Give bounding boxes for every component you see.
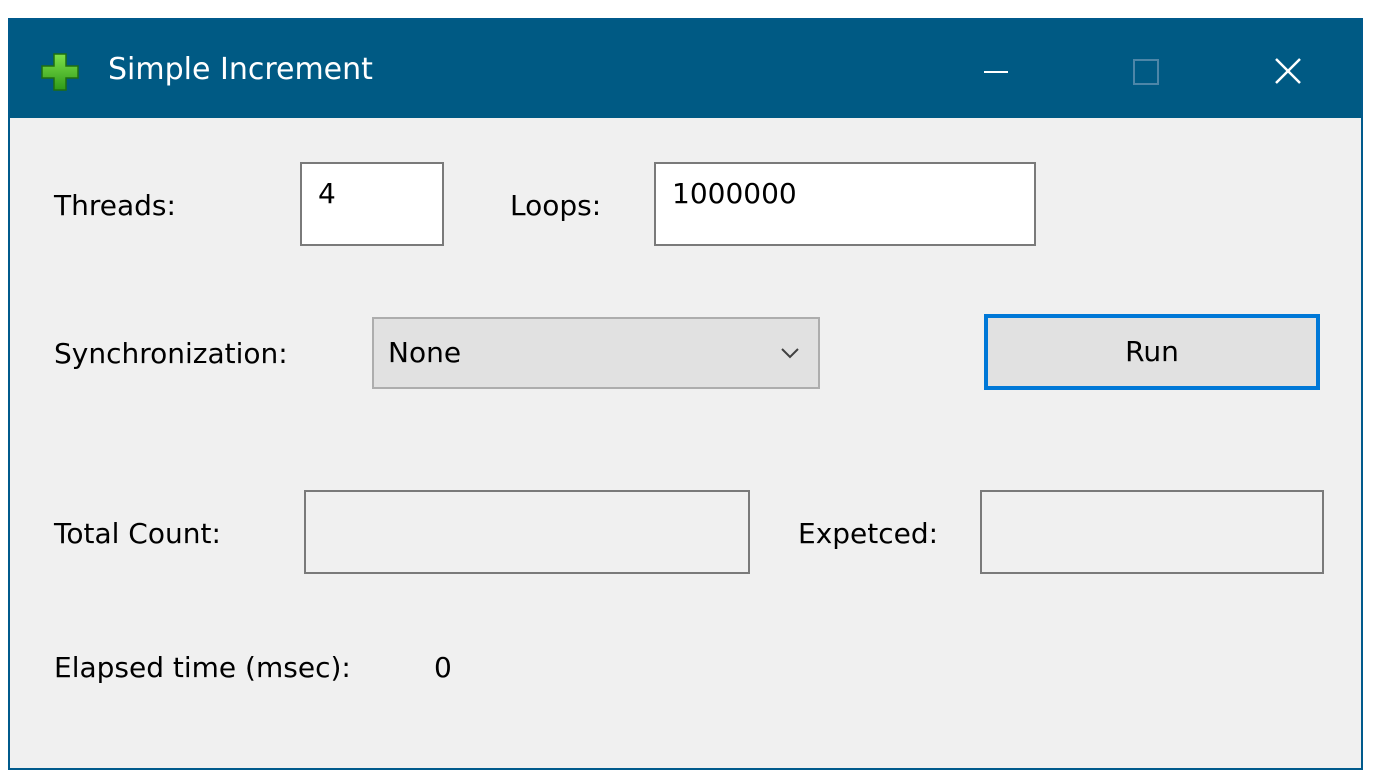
app-window: Simple Increment Threads: Loops: Synchro… (8, 18, 1363, 770)
threads-label: Threads: (54, 189, 176, 222)
synchronization-selected: None (388, 336, 462, 369)
window-title: Simple Increment (108, 52, 373, 87)
loops-input[interactable] (654, 162, 1036, 246)
minimize-icon (984, 71, 1008, 73)
run-button[interactable]: Run (984, 314, 1320, 390)
chevron-down-icon (781, 348, 799, 359)
synchronization-dropdown[interactable]: None (372, 317, 820, 389)
threads-input[interactable] (300, 162, 444, 246)
loops-label: Loops: (510, 189, 602, 222)
maximize-button[interactable] (1116, 48, 1176, 96)
total-count-field (304, 490, 750, 574)
close-button[interactable] (1258, 48, 1318, 96)
expected-label: Expetced: (798, 517, 939, 550)
total-count-label: Total Count: (54, 517, 221, 550)
elapsed-time-value: 0 (434, 651, 452, 684)
expected-field (980, 490, 1324, 574)
green-plus-icon (41, 53, 79, 91)
title-bar[interactable]: Simple Increment (10, 20, 1361, 118)
close-icon (1275, 58, 1301, 84)
elapsed-time-label: Elapsed time (msec): (54, 651, 351, 684)
synchronization-label: Synchronization: (54, 337, 288, 370)
minimize-button[interactable] (966, 48, 1026, 96)
maximize-icon (1133, 59, 1159, 85)
